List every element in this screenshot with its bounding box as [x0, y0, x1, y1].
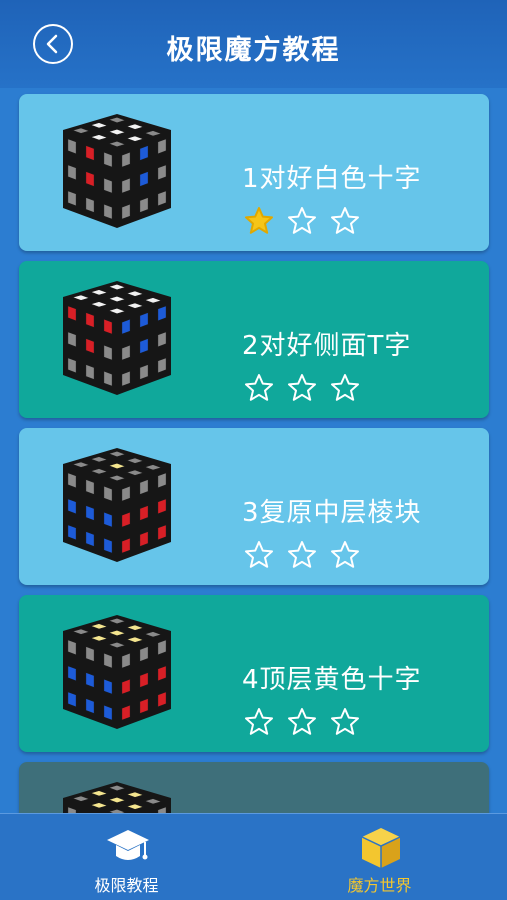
lesson-list[interactable]: 1对好白色十字 2对好侧面T字 3复原中层棱块 4顶层黄色十字	[0, 88, 507, 814]
lesson-card-2[interactable]: 2对好侧面T字	[19, 261, 489, 418]
star-empty-icon	[287, 540, 317, 570]
tab-cube-world[interactable]: 魔方世界	[253, 814, 506, 900]
tab-label: 极限教程	[94, 876, 159, 895]
star-empty-icon	[244, 707, 274, 737]
lesson-card-5-locked[interactable]	[19, 762, 489, 814]
graduation-cap-icon	[107, 830, 149, 860]
star-empty-icon	[287, 707, 317, 737]
rating-stars	[244, 206, 373, 236]
star-empty-icon	[330, 707, 360, 737]
lesson-title: 2对好侧面T字	[242, 331, 412, 361]
lesson-card-1[interactable]: 1对好白色十字	[19, 94, 489, 251]
rating-stars	[244, 373, 373, 403]
lesson-title: 4顶层黄色十字	[242, 665, 422, 695]
star-empty-icon	[330, 373, 360, 403]
cube-illustration-side-t	[63, 281, 171, 395]
tab-label: 魔方世界	[347, 876, 412, 895]
star-empty-icon	[244, 373, 274, 403]
header-bar: 极限魔方教程	[0, 0, 507, 88]
cube-illustration-locked	[63, 782, 171, 814]
page-title: 极限魔方教程	[166, 35, 341, 66]
cube-illustration-white-cross	[63, 114, 171, 228]
lesson-card-4[interactable]: 4顶层黄色十字	[19, 595, 489, 752]
cube-icon	[361, 828, 401, 868]
rating-stars	[244, 707, 373, 737]
rating-stars	[244, 540, 373, 570]
lesson-title: 1对好白色十字	[242, 164, 422, 194]
star-empty-icon	[330, 206, 360, 236]
lesson-card-3[interactable]: 3复原中层棱块	[19, 428, 489, 585]
star-empty-icon	[330, 540, 360, 570]
star-empty-icon	[287, 206, 317, 236]
cube-illustration-middle-layer	[63, 448, 171, 562]
cube-illustration-yellow-cross	[63, 615, 171, 729]
star-empty-icon	[287, 373, 317, 403]
star-empty-icon	[244, 540, 274, 570]
tab-tutorial[interactable]: 极限教程	[0, 814, 253, 900]
star-filled-icon	[244, 206, 274, 236]
lesson-title: 3复原中层棱块	[242, 498, 422, 528]
tab-bar: 极限教程 魔方世界	[0, 813, 507, 900]
